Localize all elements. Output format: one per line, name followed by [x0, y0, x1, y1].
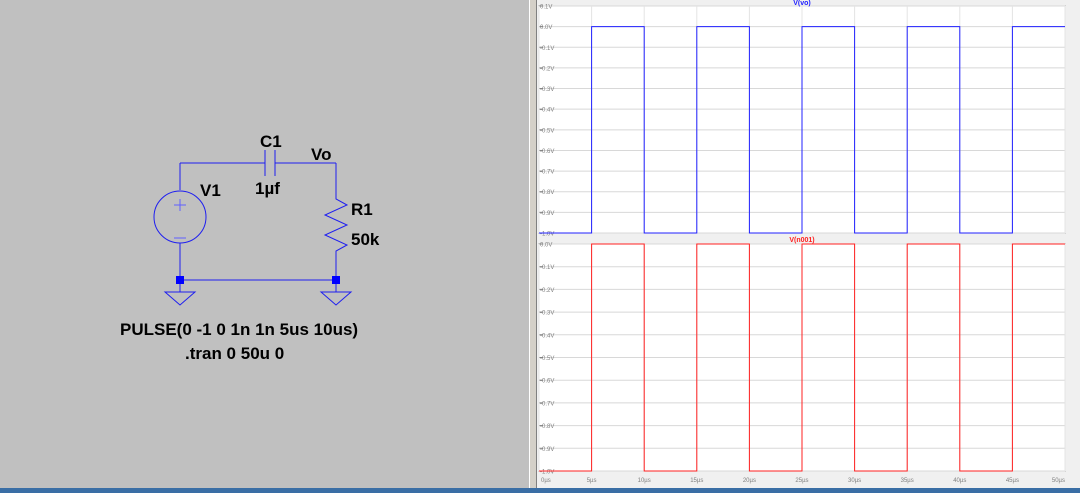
x-tick-label: 40µs [953, 478, 966, 484]
x-tick-label: 45µs [1006, 478, 1019, 484]
y-tick-label: -0.1V [540, 46, 554, 52]
schematic-canvas[interactable]: C1 Vo V1 1µf R1 50k PULSE(0 -1 0 1n 1n 5… [0, 0, 529, 488]
y-tick-label: -0.5V [540, 128, 554, 134]
node-junction[interactable] [176, 276, 184, 284]
y-tick-label: 0.0V [540, 25, 552, 31]
resistor-value[interactable]: 50k [351, 230, 380, 249]
capacitor-value[interactable]: 1µf [255, 179, 280, 198]
node-junction[interactable] [332, 276, 340, 284]
y-tick-label: -1.0V [540, 232, 554, 238]
tran-directive[interactable]: .tran 0 50u 0 [185, 344, 284, 363]
y-tick-label: -0.4V [540, 333, 554, 339]
y-tick-label: -1.0V [540, 470, 554, 476]
y-tick-label: 0.1V [540, 5, 552, 11]
trace-title[interactable]: V(n001) [789, 237, 814, 244]
y-tick-label: -0.6V [540, 379, 554, 385]
y-tick-label: -0.8V [540, 190, 554, 196]
resistor-name[interactable]: R1 [351, 200, 373, 219]
source-name[interactable]: V1 [200, 181, 221, 200]
y-tick-label: -0.6V [540, 149, 554, 155]
y-tick-label: -0.4V [540, 108, 554, 114]
pane-splitter[interactable] [529, 0, 537, 488]
y-tick-label: -0.5V [540, 356, 554, 362]
y-tick-label: -0.7V [540, 401, 554, 407]
window-bottom-edge [0, 488, 1080, 493]
x-tick-label: 0µs [541, 478, 551, 484]
resistor-symbol[interactable] [323, 195, 349, 258]
y-tick-label: -0.9V [540, 211, 554, 217]
x-tick-label: 20µs [743, 478, 756, 484]
y-tick-label: -0.7V [540, 170, 554, 176]
y-tick-label: -0.8V [540, 424, 554, 430]
x-tick-label: 5µs [587, 478, 597, 484]
capacitor-name[interactable]: C1 [260, 132, 282, 151]
ground-icon [163, 291, 197, 306]
ground-icon [319, 291, 353, 306]
y-tick-label: -0.2V [540, 66, 554, 72]
x-tick-label: 30µs [848, 478, 861, 484]
x-tick-label: 10µs [638, 478, 651, 484]
x-tick-label: 25µs [795, 478, 808, 484]
y-tick-label: -0.3V [540, 87, 554, 93]
x-tick-label: 50µs [1052, 478, 1065, 484]
x-tick-label: 15µs [690, 478, 703, 484]
y-tick-label: -0.2V [540, 288, 554, 294]
y-tick-label: -0.9V [540, 447, 554, 453]
waveform-viewer[interactable]: 0.1V 0.0V -0.1V -0.2V -0.3V -0.4V -0.5V -0.6V -0… [537, 0, 1080, 488]
schematic-pane[interactable]: C1 Vo V1 1µf R1 50k PULSE(0 -1 0 1n 1n 5… [0, 0, 529, 488]
x-tick-label: 35µs [901, 478, 914, 484]
voltage-source-symbol[interactable] [153, 190, 207, 244]
waveform-canvas[interactable]: 0.1V 0.0V -0.1V -0.2V -0.3V -0.4V -0.5V -0.6V -0… [537, 0, 1080, 488]
pulse-directive[interactable]: PULSE(0 -1 0 1n 1n 5us 10us) [120, 320, 358, 339]
trace-title[interactable]: V(vo) [793, 0, 811, 7]
y-tick-label: 0.0V [540, 243, 552, 249]
y-tick-label: -0.1V [540, 265, 554, 271]
node-label-vo[interactable]: Vo [311, 145, 331, 164]
y-tick-label: -0.3V [540, 311, 554, 317]
